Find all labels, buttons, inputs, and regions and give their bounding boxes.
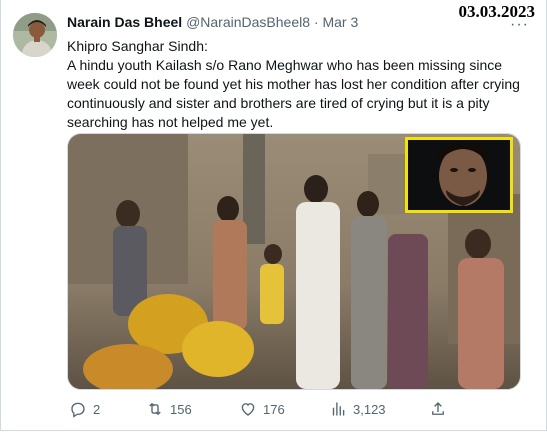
views-icon (332, 402, 345, 416)
reply-button[interactable]: 2 (69, 398, 100, 420)
tweet-text-line: continuously and sister and brothers are… (67, 95, 490, 111)
author-handle[interactable]: @NarainDasBheel8 (186, 14, 310, 30)
tweet-actions: 2 156 176 3,123 (67, 398, 527, 422)
tweet-text-line: week could not be found yet his mother h… (67, 76, 520, 92)
tweet-text-line: Khipro Sanghar Sindh: (67, 38, 208, 54)
like-icon (241, 403, 255, 416)
separator-dot: · (313, 14, 319, 30)
author-name[interactable]: Narain Das Bheel (67, 14, 182, 30)
share-button[interactable] (429, 398, 447, 420)
tweet-media-image[interactable] (67, 133, 521, 390)
like-count: 176 (263, 401, 285, 417)
view-count: 3,123 (353, 401, 386, 417)
tweet-text-line: searching has not helped me yet. (67, 114, 274, 130)
reply-icon (71, 402, 85, 418)
reply-count: 2 (93, 401, 101, 417)
inset-portrait (405, 137, 513, 213)
retweet-button[interactable]: 156 (146, 398, 192, 420)
retweet-icon (149, 403, 161, 415)
tweet-text-line: A hindu youth Kailash s/o Rano Meghwar w… (67, 57, 503, 73)
like-button[interactable]: 176 (239, 398, 285, 420)
avatar[interactable] (13, 13, 57, 57)
share-icon (432, 402, 444, 415)
more-icon[interactable]: ··· (510, 16, 529, 34)
tweet-timestamp[interactable]: Mar 3 (322, 14, 358, 30)
views-button[interactable]: 3,123 (329, 398, 386, 420)
retweet-count: 156 (170, 401, 192, 417)
tweet-text: Khipro Sanghar Sindh: A hindu youth Kail… (67, 37, 527, 132)
tweet-header: Narain Das Bheel @NarainDasBheel8 · Mar … (67, 14, 358, 30)
